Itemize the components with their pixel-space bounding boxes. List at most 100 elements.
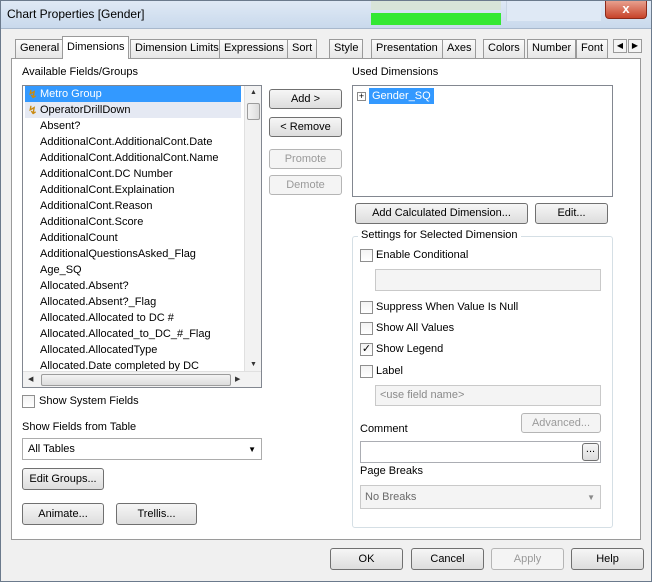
chevron-down-icon: ▼	[248, 445, 256, 454]
background-window-highlight	[371, 13, 501, 25]
conditional-expression-field[interactable]	[375, 269, 601, 291]
table-select[interactable]: All Tables ▼	[22, 438, 262, 460]
list-item[interactable]: Allocated.Absent?	[25, 278, 129, 294]
list-item-label: Allocated.Allocated_to_DC_#_Flag	[40, 328, 211, 340]
list-item[interactable]: AdditionalCont.Reason	[25, 198, 153, 214]
available-fields-label: Available Fields/Groups	[22, 66, 138, 78]
title-bar[interactable]: Chart Properties [Gender] x	[1, 1, 651, 29]
tab-scroll-right-icon[interactable]: ▶	[628, 39, 642, 53]
horizontal-scroll-thumb[interactable]	[41, 374, 231, 386]
list-item-label: AdditionalCont.AdditionalCont.Date	[40, 136, 213, 148]
show-all-values-label: Show All Values	[376, 322, 455, 334]
background-window-strip-right	[506, 1, 601, 21]
suppress-null-checkbox[interactable]	[360, 301, 373, 314]
demote-button[interactable]: Demote	[269, 175, 342, 195]
list-item[interactable]: ↯ OperatorDrillDown	[25, 102, 241, 118]
tab-label: Expressions	[224, 42, 284, 54]
enable-conditional-checkbox[interactable]	[360, 249, 373, 262]
vertical-scroll-thumb[interactable]	[247, 103, 260, 120]
expand-plus-icon[interactable]: +	[357, 92, 366, 101]
help-button[interactable]: Help	[571, 548, 644, 570]
tab-scroll-left-icon[interactable]: ◀	[613, 39, 627, 53]
list-item[interactable]: Allocated.Allocated to DC #	[25, 310, 174, 326]
list-item-label: AdditionalCont.Explaination	[40, 184, 175, 196]
page-breaks-select[interactable]: No Breaks ▼	[360, 485, 601, 509]
label-checkbox[interactable]	[360, 365, 373, 378]
list-item-label: Allocated.Absent?_Flag	[40, 296, 157, 308]
add-button[interactable]: Add >	[269, 89, 342, 109]
edit-groups-button[interactable]: Edit Groups...	[22, 468, 104, 490]
list-item[interactable]: AdditionalQuestionsAsked_Flag	[25, 246, 196, 262]
list-item[interactable]: AdditionalCont.Explaination	[25, 182, 175, 198]
list-item[interactable]: AdditionalCount	[25, 230, 118, 246]
tab-font[interactable]: Font	[576, 39, 609, 58]
list-item[interactable]: Allocated.Allocated_to_DC_#_Flag	[25, 326, 211, 342]
drilldown-group-icon: ↯	[28, 105, 38, 117]
tab-number[interactable]: Number	[527, 39, 577, 58]
list-item[interactable]: Age_SQ	[25, 262, 82, 278]
tab-style[interactable]: Style	[329, 39, 364, 58]
tab-general[interactable]: General	[15, 39, 65, 58]
list-item[interactable]: AdditionalCont.Score	[25, 214, 143, 230]
show-system-fields-label: Show System Fields	[39, 395, 139, 407]
scroll-right-icon[interactable]: ▶	[235, 375, 240, 383]
tab-colors[interactable]: Colors	[483, 39, 525, 58]
tab-presentation[interactable]: Presentation	[371, 39, 443, 58]
show-all-values-checkbox[interactable]	[360, 322, 373, 335]
list-item-label: Allocated.AllocatedType	[40, 344, 158, 356]
cancel-button[interactable]: Cancel	[411, 548, 484, 570]
list-item[interactable]: AdditionalCont.AdditionalCont.Date	[25, 134, 212, 150]
list-item-label: OperatorDrillDown	[40, 104, 131, 116]
show-system-fields-checkbox[interactable]	[22, 395, 35, 408]
advanced-button[interactable]: Advanced...	[521, 413, 601, 433]
list-item[interactable]: AdditionalCont.AdditionalCont.Name	[25, 150, 219, 166]
available-fields-list[interactable]: ↯ Metro Group ↯ OperatorDrillDown Absent? …	[22, 85, 262, 388]
list-item[interactable]: Allocated.Absent?_Flag	[25, 294, 156, 310]
tab-dimension-limits[interactable]: Dimension Limits	[130, 39, 224, 58]
tab-expressions[interactable]: Expressions	[219, 39, 289, 58]
list-item[interactable]: AdditionalCont.DC Number	[25, 166, 173, 182]
list-item-label: Allocated.Absent?	[40, 280, 129, 292]
tab-label: Sort	[292, 42, 313, 54]
tab-axes[interactable]: Axes	[442, 39, 477, 58]
tab-sort[interactable]: Sort	[287, 39, 318, 58]
comment-browse-button[interactable]: ...	[582, 443, 599, 461]
trellis-button[interactable]: Trellis...	[116, 503, 197, 525]
checkmark-icon: ✓	[361, 343, 372, 355]
promote-button[interactable]: Promote	[269, 149, 342, 169]
list-item[interactable]: Allocated.AllocatedType	[25, 342, 157, 358]
tab-label: Dimensions	[67, 41, 125, 53]
list-item-label: AdditionalCont.Score	[40, 216, 144, 228]
tab-label: General	[20, 42, 60, 54]
tab-label: Style	[334, 42, 359, 54]
add-calculated-dimension-button[interactable]: Add Calculated Dimension...	[355, 203, 528, 224]
ok-button[interactable]: OK	[330, 548, 403, 570]
used-dimensions-list[interactable]: + Gender_SQ	[352, 85, 613, 197]
animate-button[interactable]: Animate...	[22, 503, 104, 525]
scroll-left-icon[interactable]: ◀	[28, 375, 33, 383]
page-breaks-label: Page Breaks	[360, 465, 423, 477]
label-label: Label	[376, 365, 403, 377]
list-item-label: AdditionalCount	[40, 232, 118, 244]
comment-field[interactable]: ...	[360, 441, 601, 463]
tab-label: Presentation	[376, 42, 438, 54]
apply-button[interactable]: Apply	[491, 548, 564, 570]
close-icon: x	[622, 1, 630, 16]
scroll-up-icon[interactable]: ▲	[250, 89, 257, 96]
horizontal-scrollbar[interactable]: ◀ ▶	[23, 371, 261, 387]
enable-conditional-label: Enable Conditional	[376, 249, 469, 261]
close-button[interactable]: x	[605, 1, 647, 19]
show-legend-checkbox[interactable]: ✓	[360, 343, 373, 356]
scroll-down-icon[interactable]: ▼	[250, 361, 257, 368]
list-item[interactable]: Gender_SQ	[369, 88, 434, 104]
remove-button[interactable]: < Remove	[269, 117, 342, 137]
tab-label: Number	[532, 42, 572, 54]
list-item[interactable]: ↯ Metro Group	[25, 86, 241, 102]
background-window-strip	[371, 1, 501, 10]
vertical-scrollbar[interactable]: ▲ ▼	[244, 86, 261, 371]
label-field[interactable]: <use field name>	[375, 385, 601, 406]
tab-dimensions[interactable]: Dimensions	[62, 36, 130, 59]
table-select-value: All Tables	[28, 443, 75, 455]
list-item[interactable]: Absent?	[25, 118, 80, 134]
edit-dimension-button[interactable]: Edit...	[535, 203, 608, 224]
